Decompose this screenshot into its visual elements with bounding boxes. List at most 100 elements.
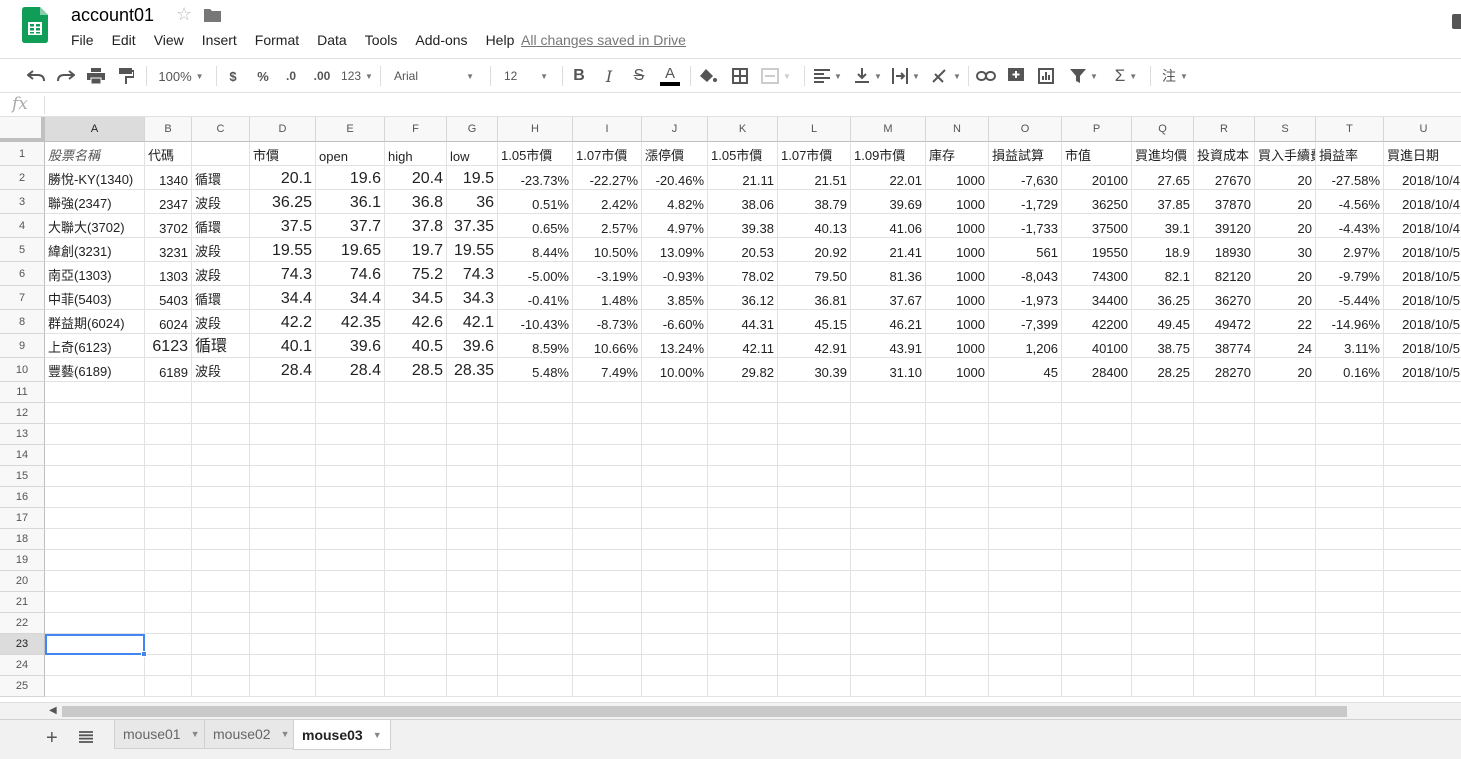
cell[interactable]: [1316, 571, 1384, 592]
cell[interactable]: [1316, 676, 1384, 697]
column-header-b[interactable]: B: [145, 117, 192, 142]
cell[interactable]: [1316, 550, 1384, 571]
cell[interactable]: [316, 550, 385, 571]
cell[interactable]: [926, 508, 989, 529]
cell[interactable]: 39.69: [851, 190, 926, 214]
header-cell[interactable]: 買進日期: [1384, 142, 1461, 166]
cell[interactable]: [45, 403, 145, 424]
cell[interactable]: 10.66%: [573, 334, 642, 358]
cell[interactable]: 37500: [1062, 214, 1132, 238]
cell[interactable]: [1255, 634, 1316, 655]
cell[interactable]: [1062, 466, 1132, 487]
cell[interactable]: [385, 634, 447, 655]
input-tools-button[interactable]: 注 ▼: [1156, 63, 1194, 89]
cell[interactable]: [989, 592, 1062, 613]
cell[interactable]: -14.96%: [1316, 310, 1384, 334]
column-header-g[interactable]: G: [447, 117, 498, 142]
cell[interactable]: [1384, 403, 1461, 424]
cell[interactable]: [1062, 613, 1132, 634]
cell[interactable]: [1062, 445, 1132, 466]
cell[interactable]: 20100: [1062, 166, 1132, 190]
cell[interactable]: -5.44%: [1316, 286, 1384, 310]
row-header-11[interactable]: 11: [0, 382, 45, 403]
cell[interactable]: 1340: [145, 166, 192, 190]
cell[interactable]: 13.09%: [642, 238, 708, 262]
cell[interactable]: -10.43%: [498, 310, 573, 334]
cell[interactable]: [447, 508, 498, 529]
header-cell[interactable]: 1.09市價: [851, 142, 926, 166]
cell[interactable]: [1194, 571, 1255, 592]
cell[interactable]: [1384, 655, 1461, 676]
cell[interactable]: [1132, 403, 1194, 424]
cell[interactable]: [642, 655, 708, 676]
row-header-10[interactable]: 10: [0, 358, 45, 382]
column-header-i[interactable]: I: [573, 117, 642, 142]
cell[interactable]: [1194, 445, 1255, 466]
cell[interactable]: 波段: [192, 310, 250, 334]
cell[interactable]: 22.01: [851, 166, 926, 190]
cell[interactable]: 2.42%: [573, 190, 642, 214]
cell[interactable]: 42200: [1062, 310, 1132, 334]
cell[interactable]: [498, 403, 573, 424]
header-cell[interactable]: 1.05市價: [498, 142, 573, 166]
cell[interactable]: [316, 445, 385, 466]
cell[interactable]: 8.44%: [498, 238, 573, 262]
cell[interactable]: 2.57%: [573, 214, 642, 238]
cell[interactable]: 4.97%: [642, 214, 708, 238]
cell[interactable]: [145, 571, 192, 592]
cell[interactable]: [192, 382, 250, 403]
cell[interactable]: [573, 424, 642, 445]
cell[interactable]: 34.3: [447, 286, 498, 310]
cell[interactable]: [250, 655, 316, 676]
cell[interactable]: [1316, 592, 1384, 613]
cell[interactable]: [447, 676, 498, 697]
cell[interactable]: 上奇(6123): [45, 334, 145, 358]
cell[interactable]: 46.21: [851, 310, 926, 334]
cell[interactable]: [1062, 382, 1132, 403]
cell[interactable]: [385, 508, 447, 529]
row-header-16[interactable]: 16: [0, 487, 45, 508]
cell[interactable]: [45, 592, 145, 613]
zoom-select[interactable]: 100% ▼: [152, 63, 210, 89]
cell[interactable]: [316, 529, 385, 550]
cell[interactable]: [708, 571, 778, 592]
header-cell[interactable]: 投資成本: [1194, 142, 1255, 166]
cell[interactable]: [708, 613, 778, 634]
cell[interactable]: [778, 508, 851, 529]
cell[interactable]: [192, 487, 250, 508]
cell[interactable]: [145, 487, 192, 508]
cell[interactable]: 1000: [926, 190, 989, 214]
cell[interactable]: 36.25: [250, 190, 316, 214]
cell[interactable]: [316, 382, 385, 403]
row-header-4[interactable]: 4: [0, 214, 45, 238]
cell[interactable]: -4.43%: [1316, 214, 1384, 238]
cell[interactable]: [642, 445, 708, 466]
cell[interactable]: [573, 508, 642, 529]
insert-chart-icon[interactable]: [1034, 63, 1058, 89]
cell[interactable]: [447, 571, 498, 592]
cell[interactable]: 3702: [145, 214, 192, 238]
cell[interactable]: [573, 571, 642, 592]
cell[interactable]: 循環: [192, 334, 250, 358]
cell[interactable]: [989, 550, 1062, 571]
cell[interactable]: [989, 613, 1062, 634]
cell[interactable]: 38.79: [778, 190, 851, 214]
cell[interactable]: -5.00%: [498, 262, 573, 286]
cell[interactable]: [851, 529, 926, 550]
cell[interactable]: [851, 613, 926, 634]
cell[interactable]: [45, 424, 145, 445]
cell[interactable]: [45, 445, 145, 466]
column-header-j[interactable]: J: [642, 117, 708, 142]
cell[interactable]: [1316, 655, 1384, 676]
cell[interactable]: 74.3: [447, 262, 498, 286]
cell[interactable]: 18.9: [1132, 238, 1194, 262]
cell[interactable]: [1255, 424, 1316, 445]
cell[interactable]: [1255, 655, 1316, 676]
cell[interactable]: [1132, 571, 1194, 592]
cell[interactable]: [498, 508, 573, 529]
cell[interactable]: -22.27%: [573, 166, 642, 190]
cell[interactable]: [926, 424, 989, 445]
cell[interactable]: [1062, 550, 1132, 571]
row-header-2[interactable]: 2: [0, 166, 45, 190]
cell[interactable]: 79.50: [778, 262, 851, 286]
